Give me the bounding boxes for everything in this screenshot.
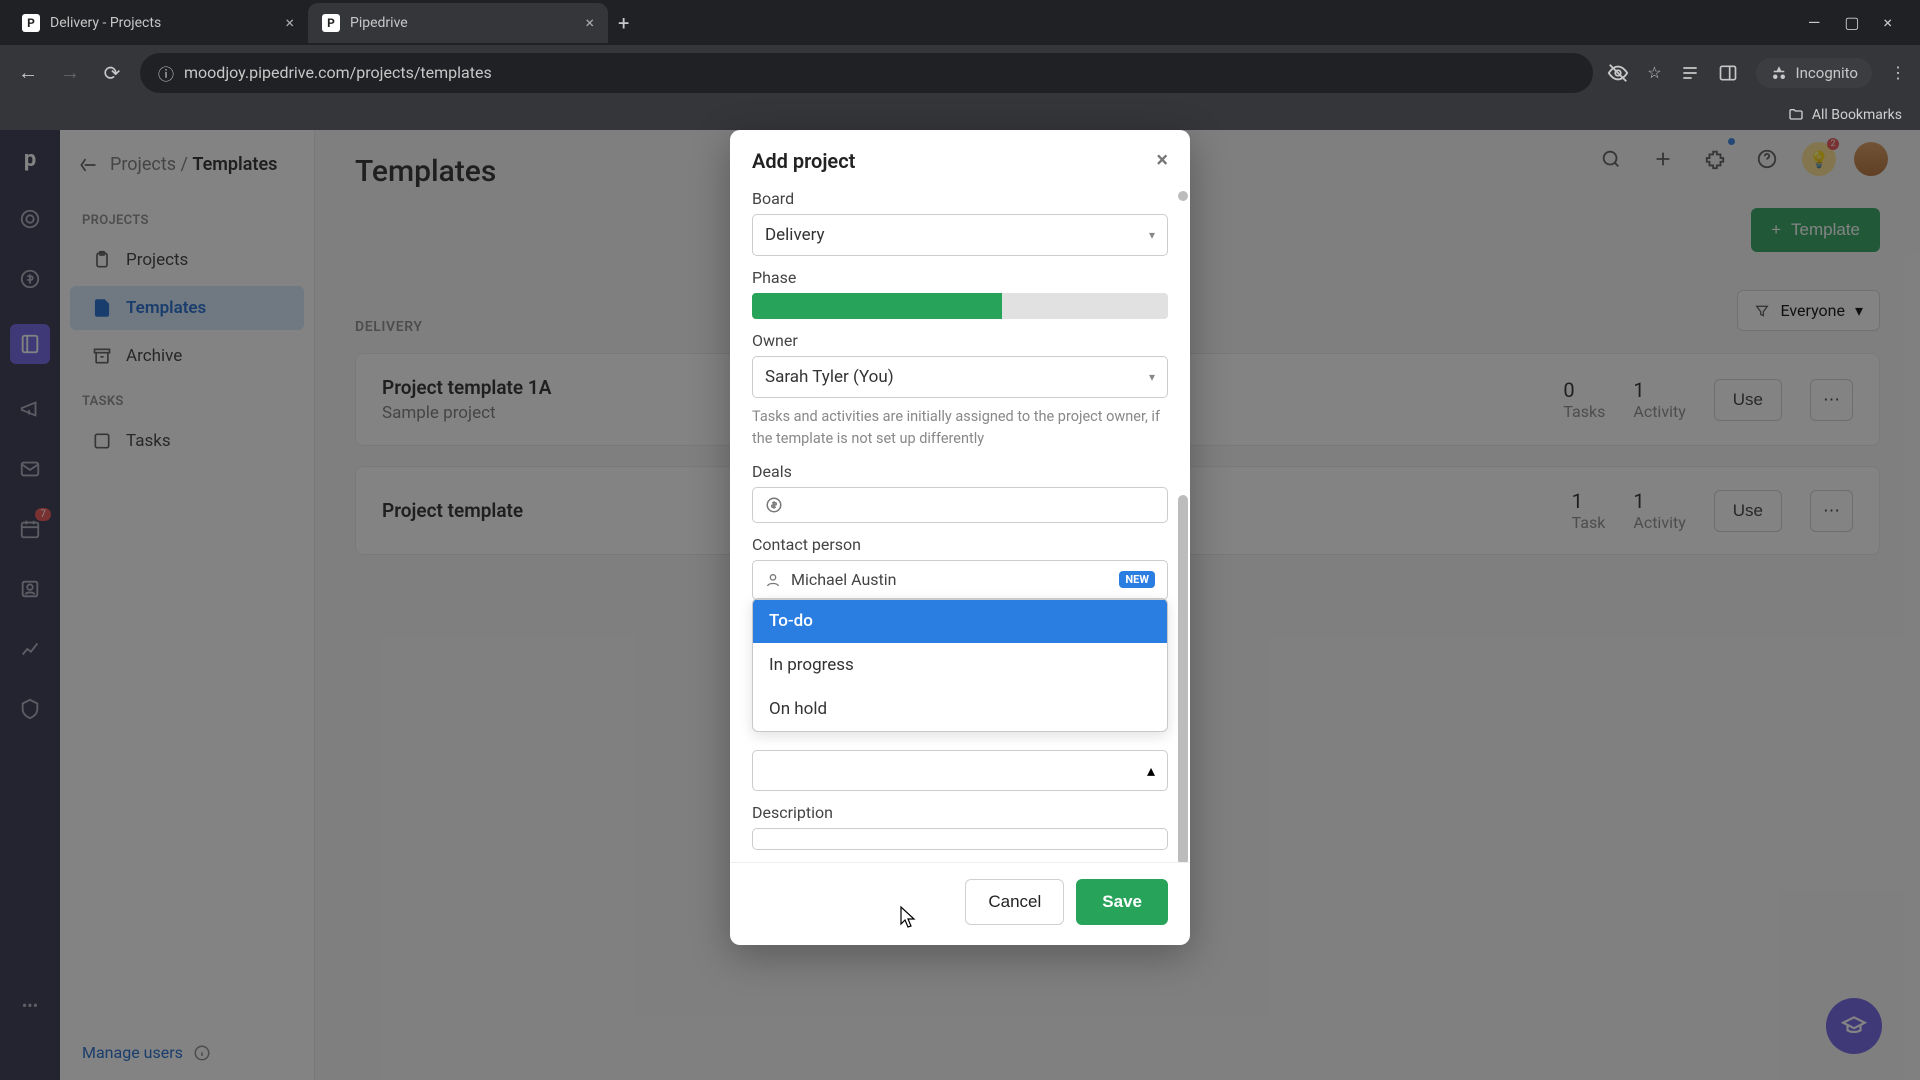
window-controls: — ▢ × [1808, 13, 1912, 32]
label-phase: Phase [752, 268, 1168, 287]
close-icon[interactable]: × [585, 13, 594, 32]
phase-segment[interactable] [1085, 293, 1168, 319]
label-contact: Contact person [752, 535, 1168, 554]
tab-title: Pipedrive [350, 15, 408, 31]
maximize-icon[interactable]: ▢ [1844, 13, 1859, 32]
phase-segment[interactable] [1002, 293, 1085, 319]
close-icon[interactable]: × [285, 13, 294, 32]
status-option-onhold[interactable]: On hold [753, 687, 1167, 731]
back-icon[interactable]: ← [14, 59, 42, 87]
status-select-trigger[interactable]: ▴ [752, 750, 1168, 791]
status-option-inprogress[interactable]: In progress [753, 643, 1167, 687]
cancel-button[interactable]: Cancel [965, 879, 1064, 925]
url-bar[interactable]: ⓘ moodjoy.pipedrive.com/projects/templat… [140, 53, 1593, 93]
cursor-pointer [894, 905, 918, 929]
browser-action-icons: ☆ Incognito ⋮ [1607, 58, 1906, 88]
site-info-icon[interactable]: ⓘ [158, 61, 174, 85]
modal-body: Board Delivery ▾ Phase Owner Sarah Tyler… [730, 185, 1190, 862]
deals-input[interactable] [752, 487, 1168, 523]
status-dropdown-panel: To-do In progress On hold [752, 598, 1168, 732]
chevron-down-icon: ▾ [1149, 370, 1155, 384]
new-tab-button[interactable]: + [608, 5, 639, 41]
browser-tab-2[interactable]: P Pipedrive × [308, 3, 608, 43]
reload-icon[interactable]: ⟳ [98, 59, 126, 87]
incognito-icon [1770, 64, 1788, 82]
forward-icon: → [56, 59, 84, 87]
browser-chrome: P Delivery - Projects × P Pipedrive × + … [0, 0, 1920, 130]
contact-value: Michael Austin [791, 570, 896, 589]
label-board: Board [752, 189, 1168, 208]
pipedrive-favicon: P [22, 14, 40, 32]
pipedrive-favicon: P [322, 14, 340, 32]
modal-header: Add project × [730, 130, 1190, 185]
board-select[interactable]: Delivery ▾ [752, 214, 1168, 256]
all-bookmarks-link[interactable]: All Bookmarks [1812, 107, 1902, 123]
contact-input[interactable]: Michael Austin NEW [752, 560, 1168, 600]
url-text: moodjoy.pipedrive.com/projects/templates [184, 63, 492, 82]
bookmarks-bar: All Bookmarks [0, 100, 1920, 130]
minimize-icon[interactable]: — [1808, 13, 1821, 32]
description-input[interactable] [752, 828, 1168, 850]
browser-nav-bar: ← → ⟳ ⓘ moodjoy.pipedrive.com/projects/t… [0, 45, 1920, 100]
chevron-down-icon: ▾ [1149, 228, 1155, 242]
new-badge: NEW [1119, 571, 1155, 588]
label-deals: Deals [752, 462, 1168, 481]
folder-icon [1788, 107, 1804, 123]
owner-select[interactable]: Sarah Tyler (You) ▾ [752, 356, 1168, 398]
kebab-icon[interactable]: ⋮ [1890, 63, 1906, 82]
eye-off-icon[interactable] [1607, 62, 1629, 84]
label-owner: Owner [752, 331, 1168, 350]
incognito-label: Incognito [1796, 64, 1858, 82]
scroll-arrow-up[interactable] [1178, 191, 1188, 201]
phase-bar[interactable] [752, 293, 1168, 319]
label-description: Description [752, 803, 1168, 822]
select-value: Delivery [765, 225, 825, 245]
person-icon [765, 572, 781, 588]
modal-footer: Cancel Save [730, 862, 1190, 945]
add-project-modal: Add project × Board Delivery ▾ Phase Own… [730, 130, 1190, 945]
phase-segment[interactable] [835, 293, 918, 319]
status-option-todo[interactable]: To-do [753, 599, 1167, 643]
browser-tab-1[interactable]: P Delivery - Projects × [8, 3, 308, 43]
owner-helper-text: Tasks and activities are initially assig… [752, 406, 1168, 450]
save-button[interactable]: Save [1076, 879, 1168, 925]
modal-title: Add project [752, 149, 855, 173]
phase-segment[interactable] [752, 293, 835, 319]
phase-segment[interactable] [918, 293, 1001, 319]
incognito-chip[interactable]: Incognito [1756, 58, 1872, 88]
chevron-up-icon: ▴ [1147, 761, 1155, 780]
scrollbar-thumb[interactable] [1178, 495, 1188, 862]
dollar-icon [765, 496, 783, 514]
tab-title: Delivery - Projects [50, 15, 161, 31]
star-icon[interactable]: ☆ [1647, 63, 1661, 82]
close-icon[interactable]: × [1156, 148, 1168, 173]
select-value: Sarah Tyler (You) [765, 367, 894, 387]
modal-wrap: Add project × Board Delivery ▾ Phase Own… [730, 130, 1190, 945]
reading-list-icon[interactable] [1680, 63, 1700, 83]
side-panel-icon[interactable] [1718, 63, 1738, 83]
tab-bar: P Delivery - Projects × P Pipedrive × + … [0, 0, 1920, 45]
close-window-icon[interactable]: × [1883, 13, 1892, 32]
